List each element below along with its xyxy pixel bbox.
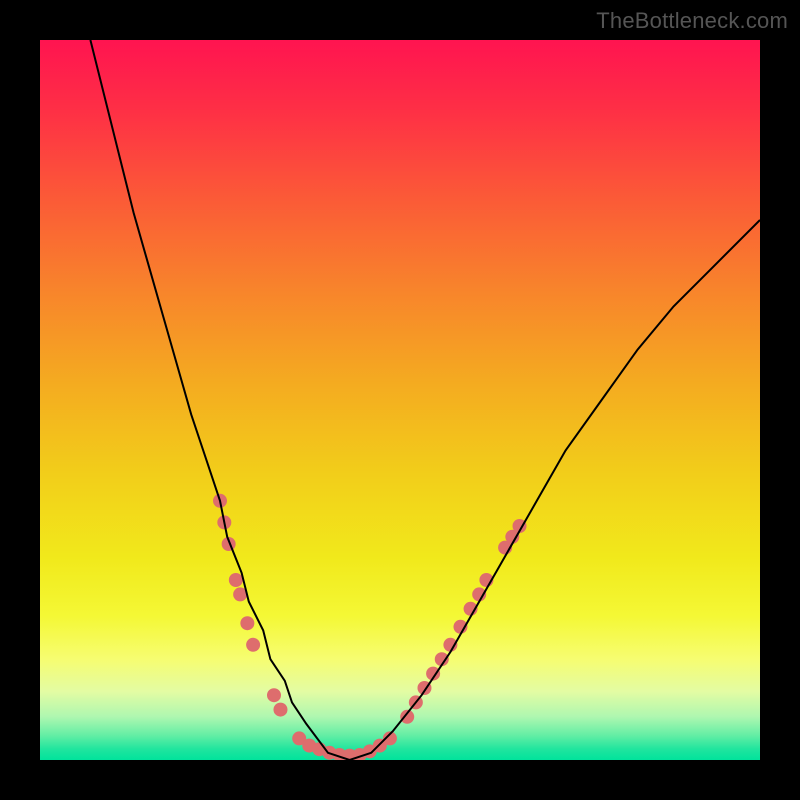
chart-frame: TheBottleneck.com [0, 0, 800, 800]
watermark-text: TheBottleneck.com [596, 8, 788, 34]
plot-area [40, 40, 760, 760]
background-gradient [40, 40, 760, 760]
